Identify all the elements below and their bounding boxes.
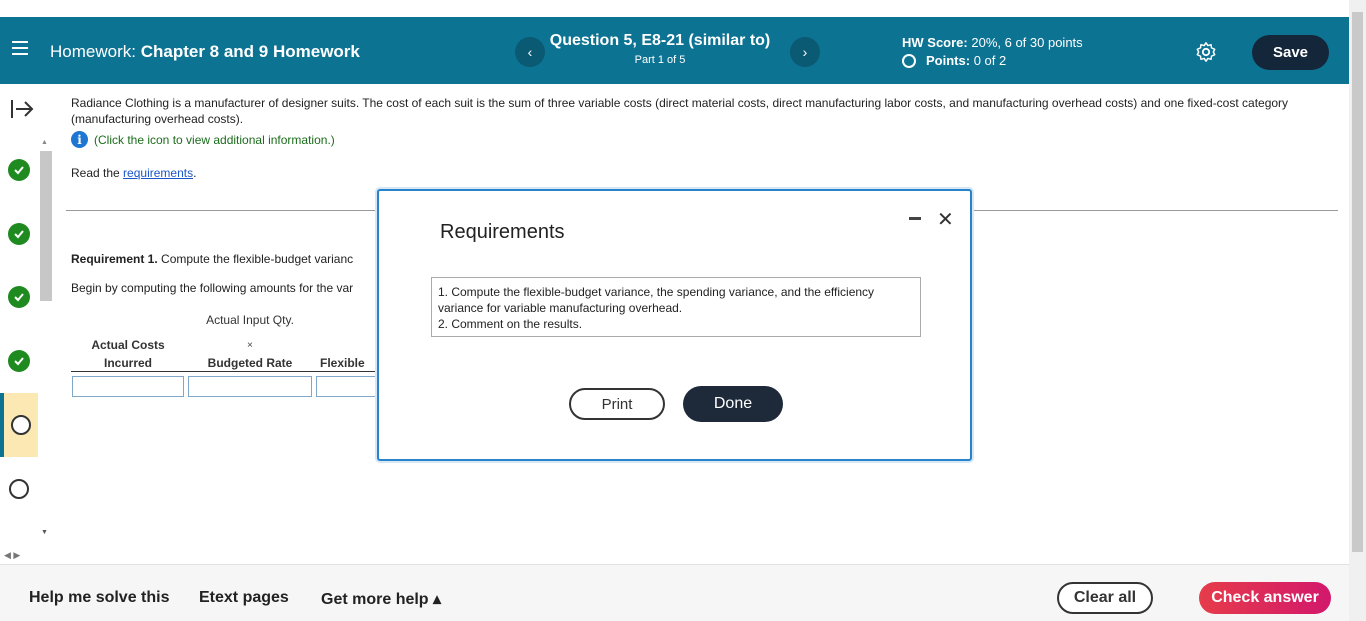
sidebar-question-4[interactable] [0,329,38,393]
check-icon [8,223,30,245]
page-scrollbar[interactable] [1349,0,1366,621]
help-me-solve-button[interactable]: Help me solve this [29,589,170,607]
footer-bar: Help me solve this Etext pages Get more … [0,564,1349,621]
sidebar-scroll-thumb[interactable] [40,151,52,301]
menu-icon[interactable] [12,41,28,55]
top-strip [0,0,1366,17]
done-button[interactable]: Done [683,386,783,422]
scroll-down-arrow-icon[interactable]: ▼ [41,529,48,536]
etext-pages-button[interactable]: Etext pages [199,589,289,607]
sidebar-question-3[interactable] [0,265,38,329]
col-budgeted-rate: Budgeted Rate [207,356,293,370]
expand-sidebar-icon[interactable] [10,98,36,120]
check-icon [8,350,30,372]
begin-instruction: Begin by computing the following amounts… [71,281,354,295]
sidebar-question-2[interactable] [0,202,38,266]
question-part: Part 1 of 5 [634,54,686,66]
unanswered-ring-icon [9,479,29,499]
requirement-item-1: 1. Compute the flexible-budget variance,… [438,285,875,315]
homework-title: Homework: Chapter 8 and 9 Homework [50,42,360,61]
sidebar-scrollbar[interactable]: ▲ ▼ [38,139,52,559]
check-icon [8,286,30,308]
check-answer-button[interactable]: Check answer [1199,582,1331,614]
gear-icon[interactable] [1195,41,1217,63]
minimize-icon[interactable] [909,217,921,220]
times-symbol: × [247,340,253,351]
col-actual-input-qty: Actual Input Qty. [206,313,294,327]
requirements-dialog: Requirements ✕ 1. Compute the flexible-b… [377,189,972,461]
additional-info-link[interactable]: i (Click the icon to view additional inf… [71,131,1311,148]
page-scroll-thumb[interactable] [1352,12,1363,552]
column-underline [71,371,381,372]
close-icon[interactable]: ✕ [937,207,954,232]
save-button[interactable]: Save [1252,35,1329,70]
col-flexible: Flexible [320,356,365,370]
get-more-help-button[interactable]: Get more help ▴ [321,589,441,609]
print-button[interactable]: Print [569,388,665,420]
next-question-button[interactable]: › [790,37,820,67]
dialog-title: Requirements [440,221,565,243]
sidebar-question-1[interactable] [0,138,38,202]
budgeted-rate-input[interactable] [188,376,312,397]
info-icon[interactable]: i [71,131,88,148]
question-sidebar: ▲ ▼ ◀ ▶ [0,84,56,564]
points-ring-icon [902,53,916,68]
requirement-1-text: Requirement 1. Compute the flexible-budg… [71,252,354,266]
sidebar-question-5[interactable] [0,393,38,457]
question-content: Radiance Clothing is a manufacturer of d… [71,95,1311,148]
read-requirements: Read the requirements. [71,166,197,180]
flexible-input[interactable] [316,376,378,397]
requirements-link[interactable]: requirements [123,166,193,180]
scroll-up-arrow-icon[interactable]: ▲ [41,139,48,146]
points: Points: 0 of 2 [902,53,1006,68]
requirement-item-2: 2. Comment on the results. [438,317,583,331]
unanswered-ring-icon [11,415,31,435]
header-bar: Homework: Chapter 8 and 9 Homework ‹ Que… [0,17,1349,84]
hw-score: HW Score: 20%, 6 of 30 points [902,35,1083,50]
question-intro: Radiance Clothing is a manufacturer of d… [71,96,1289,126]
requirements-list: 1. Compute the flexible-budget variance,… [431,277,921,337]
question-title: Question 5, E8-21 (similar to) [549,32,771,49]
clear-all-button[interactable]: Clear all [1057,582,1153,614]
check-icon [8,159,30,181]
col-incurred: Incurred [103,356,152,370]
col-actual-costs: Actual Costs [91,338,165,352]
sidebar-question-6[interactable] [0,457,38,521]
horizontal-scroll-arrows-icon[interactable]: ◀ ▶ [4,550,20,561]
actual-costs-input[interactable] [72,376,184,397]
